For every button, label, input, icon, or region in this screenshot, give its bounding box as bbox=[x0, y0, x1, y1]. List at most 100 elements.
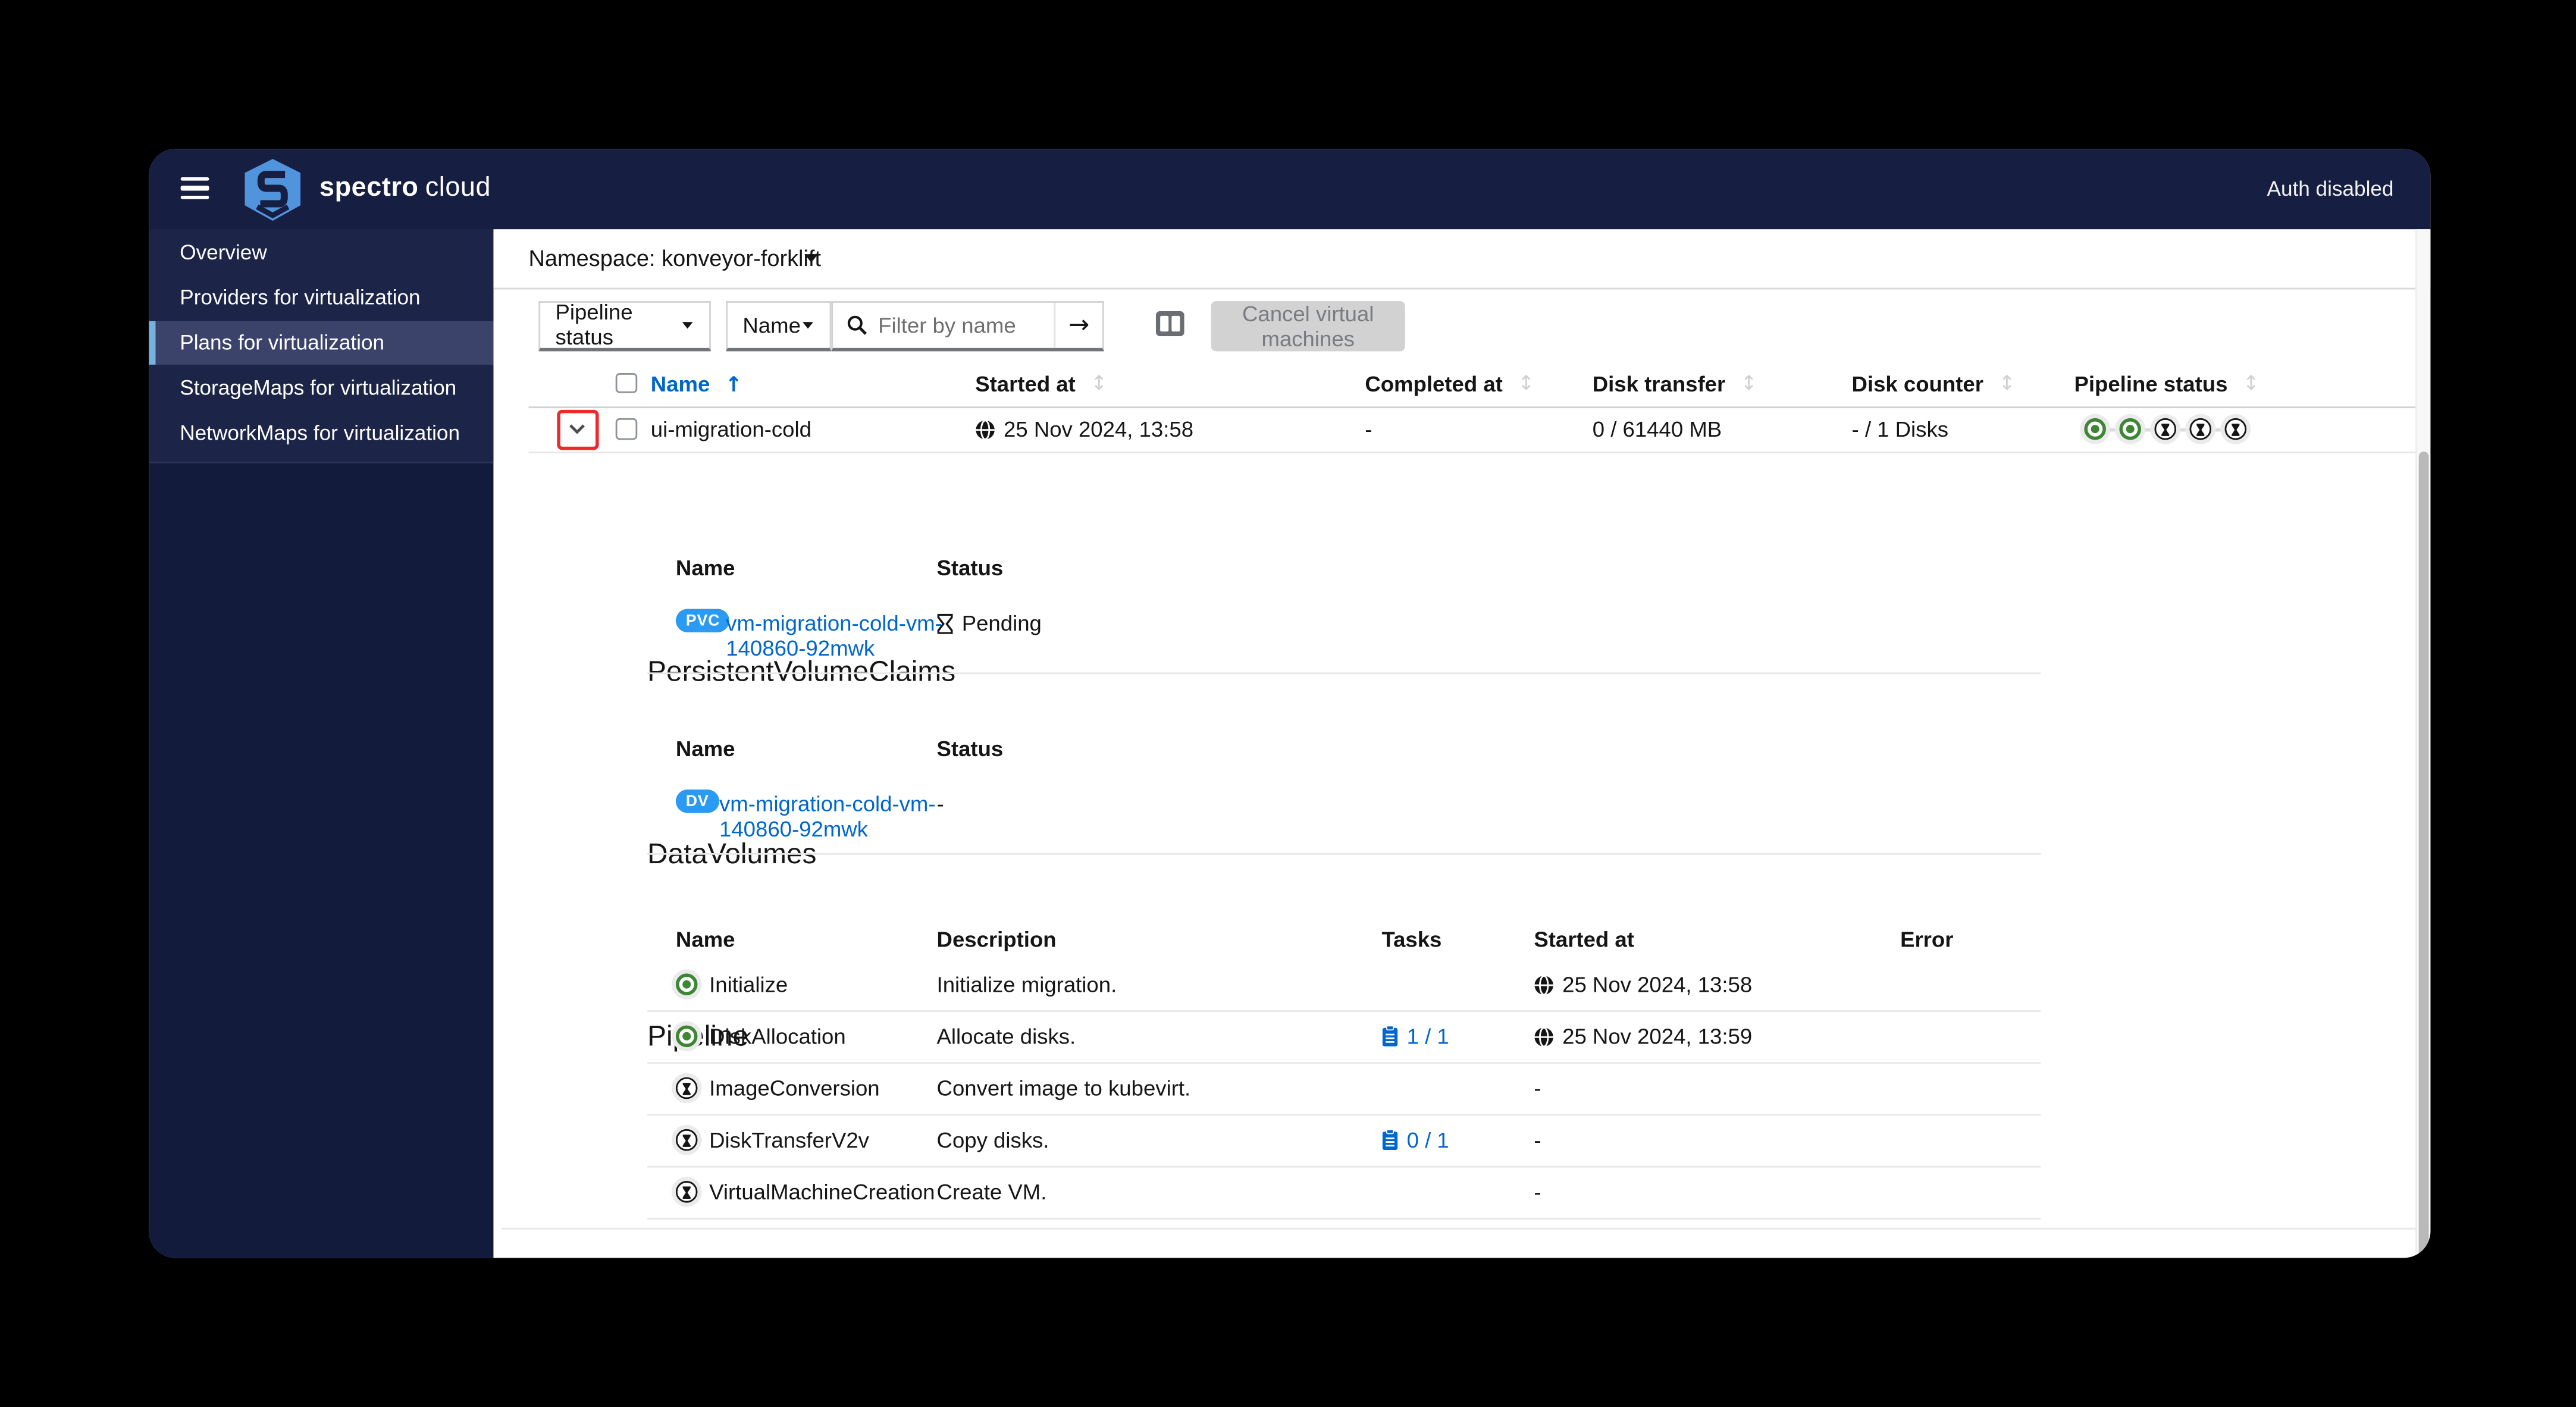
column-header-disk-transfer[interactable]: Disk transfer ↕ bbox=[1593, 360, 1757, 407]
dv-badge: DV bbox=[675, 789, 719, 813]
globe-icon bbox=[976, 419, 995, 440]
sort-icon: ↕ bbox=[2242, 371, 2260, 395]
divider bbox=[647, 853, 2041, 855]
pipeline-header-error: Error bbox=[1900, 926, 1954, 952]
task-description: Copy disks. bbox=[936, 1127, 1049, 1153]
divider bbox=[647, 672, 2041, 675]
pipeline-header-tasks: Tasks bbox=[1381, 926, 1442, 952]
sort-icon: ↕ bbox=[1740, 371, 1757, 395]
cancel-virtual-machines-button[interactable]: Cancel virtual machines bbox=[1211, 300, 1405, 351]
plan-pipeline-status-steps bbox=[2084, 406, 2247, 452]
chevron-down-icon bbox=[682, 321, 693, 328]
pipeline-row: VirtualMachineCreation Create VM. - bbox=[647, 1166, 2041, 1220]
pipeline-header-name: Name bbox=[675, 926, 735, 952]
plan-row: ui-migration-cold 25 Nov 2024, 13:58 - 0… bbox=[528, 406, 2417, 453]
globe-icon bbox=[1534, 1026, 1553, 1046]
pvc-name-link[interactable]: vm-migration-cold-vm- bbox=[726, 610, 942, 635]
pipeline-row: DiskTransferV2v Copy disks. 0 / 1 - bbox=[647, 1114, 2041, 1168]
task-status-success-icon bbox=[675, 958, 698, 1010]
task-name: DiskAllocation bbox=[709, 1023, 846, 1049]
filter-field-select[interactable]: Name bbox=[726, 300, 832, 351]
task-started-at: 25 Nov 2024, 13:58 bbox=[1534, 958, 1752, 1010]
task-description: Allocate disks. bbox=[936, 1023, 1076, 1049]
task-name: DiskTransferV2v bbox=[709, 1127, 869, 1153]
plan-started-at: 25 Nov 2024, 13:58 bbox=[975, 406, 1193, 452]
dv-header-name: Name bbox=[675, 736, 735, 762]
task-started-at: 25 Nov 2024, 13:59 bbox=[1534, 1010, 1752, 1062]
pvc-name-link-line2[interactable]: 140860-92mwk bbox=[726, 635, 875, 660]
pipeline-step-success-icon bbox=[2084, 418, 2106, 440]
search-input[interactable]: Filter by name bbox=[878, 312, 1054, 337]
screenshot-stage: spectro cloud Auth disabled Overview Prov… bbox=[0, 0, 2576, 1407]
filter-type-select[interactable]: Pipeline status bbox=[538, 299, 711, 351]
task-status-pending-icon bbox=[675, 1166, 698, 1218]
task-status-success-icon bbox=[675, 1010, 698, 1062]
column-header-started-at[interactable]: Started at ↕ bbox=[975, 360, 1107, 407]
task-description: Create VM. bbox=[936, 1179, 1047, 1205]
top-bar: spectro cloud Auth disabled bbox=[149, 149, 2431, 231]
pipeline-row: ImageConversion Convert image to kubevir… bbox=[647, 1062, 2041, 1116]
pipeline-header-started-at: Started at bbox=[1534, 926, 1634, 952]
namespace-bar: Namespace: konveyor-forklift bbox=[493, 229, 2431, 289]
task-description: Initialize migration. bbox=[936, 972, 1117, 997]
task-tasks-link[interactable]: 0 / 1 bbox=[1381, 1114, 1449, 1166]
dv-name-link-line2[interactable]: 140860-92mwk bbox=[719, 816, 868, 841]
column-header-disk-counter[interactable]: Disk counter ↕ bbox=[1852, 360, 2016, 407]
row-expander-button[interactable] bbox=[556, 409, 598, 449]
hourglass-icon bbox=[937, 613, 953, 634]
sidebar-item-providers[interactable]: Providers for virtualization bbox=[149, 275, 493, 320]
task-name: ImageConversion bbox=[709, 1075, 880, 1101]
sort-icon: ↕ bbox=[1090, 371, 1108, 395]
pipeline-row: DiskAllocation Allocate disks. 1 / 1 25 … bbox=[647, 1010, 2041, 1064]
dv-name-link[interactable]: vm-migration-cold-vm- bbox=[719, 791, 936, 816]
row-checkbox[interactable] bbox=[615, 406, 637, 452]
hamburger-menu-icon[interactable] bbox=[180, 177, 209, 199]
task-status-pending-icon bbox=[675, 1114, 698, 1166]
task-name: Initialize bbox=[709, 972, 788, 997]
scrollbar-thumb[interactable] bbox=[2418, 452, 2429, 1258]
clipboard-icon bbox=[1382, 1129, 1398, 1151]
clipboard-icon bbox=[1382, 1025, 1398, 1046]
search-submit-button[interactable]: → bbox=[1054, 302, 1102, 347]
pipeline-row: Initialize Initialize migration. 25 Nov … bbox=[647, 958, 2041, 1013]
dv-header-status: Status bbox=[936, 736, 1004, 762]
namespace-selector[interactable]: Namespace: konveyor-forklift bbox=[528, 229, 821, 287]
task-name: VirtualMachineCreation bbox=[709, 1179, 935, 1205]
globe-icon bbox=[1534, 974, 1553, 995]
plans-table-header: Name ↑ Started at ↕ Completed at ↕ Disk … bbox=[528, 360, 2417, 409]
sidebar-item-overview[interactable]: Overview bbox=[149, 231, 493, 275]
chevron-down-icon[interactable] bbox=[804, 254, 818, 263]
sidebar-item-networkmaps[interactable]: NetworkMaps for virtualization bbox=[149, 410, 493, 455]
sidebar: Overview Providers for virtualization Pl… bbox=[149, 229, 493, 1258]
pvc-header-status: Status bbox=[936, 555, 1004, 581]
task-description: Convert image to kubevirt. bbox=[936, 1075, 1191, 1101]
column-header-pipeline-status[interactable]: Pipeline status ↕ bbox=[2074, 360, 2260, 407]
sidebar-item-plans[interactable]: Plans for virtualization bbox=[149, 320, 493, 366]
search-icon bbox=[847, 315, 867, 334]
pipeline-step-pending-icon bbox=[2189, 418, 2212, 440]
task-status-pending-icon bbox=[675, 1062, 698, 1114]
task-started-at: - bbox=[1534, 1179, 1541, 1205]
plan-disk-counter: - / 1 Disks bbox=[1851, 416, 1949, 442]
plan-name: ui-migration-cold bbox=[650, 416, 811, 442]
plan-disk-transfer: 0 / 61440 MB bbox=[1592, 416, 1722, 442]
pipeline-step-pending-icon bbox=[2224, 418, 2247, 440]
brand-text: spectro cloud bbox=[319, 174, 491, 203]
pipeline-header-description: Description bbox=[936, 926, 1057, 952]
chevron-down-icon bbox=[569, 424, 585, 434]
sidebar-item-storagemaps[interactable]: StorageMaps for virtualization bbox=[149, 365, 493, 410]
column-header-completed-at[interactable]: Completed at ↕ bbox=[1365, 360, 1534, 407]
select-all-checkbox[interactable] bbox=[615, 360, 637, 407]
sidebar-nav: Overview Providers for virtualization Pl… bbox=[149, 229, 493, 463]
sort-icon: ↕ bbox=[1518, 371, 1535, 395]
column-header-name[interactable]: Name ↑ bbox=[651, 360, 742, 407]
task-started-at: - bbox=[1534, 1075, 1541, 1101]
sort-icon: ↕ bbox=[1998, 371, 2016, 395]
pvc-badge: PVC bbox=[675, 609, 731, 632]
task-tasks-link[interactable]: 1 / 1 bbox=[1381, 1010, 1449, 1062]
task-started-at: - bbox=[1534, 1127, 1541, 1153]
spectro-cloud-logo-icon bbox=[245, 159, 301, 221]
sort-ascending-icon: ↑ bbox=[725, 370, 743, 396]
auth-status: Auth disabled bbox=[2267, 177, 2394, 201]
column-management-icon[interactable] bbox=[1155, 311, 1184, 337]
